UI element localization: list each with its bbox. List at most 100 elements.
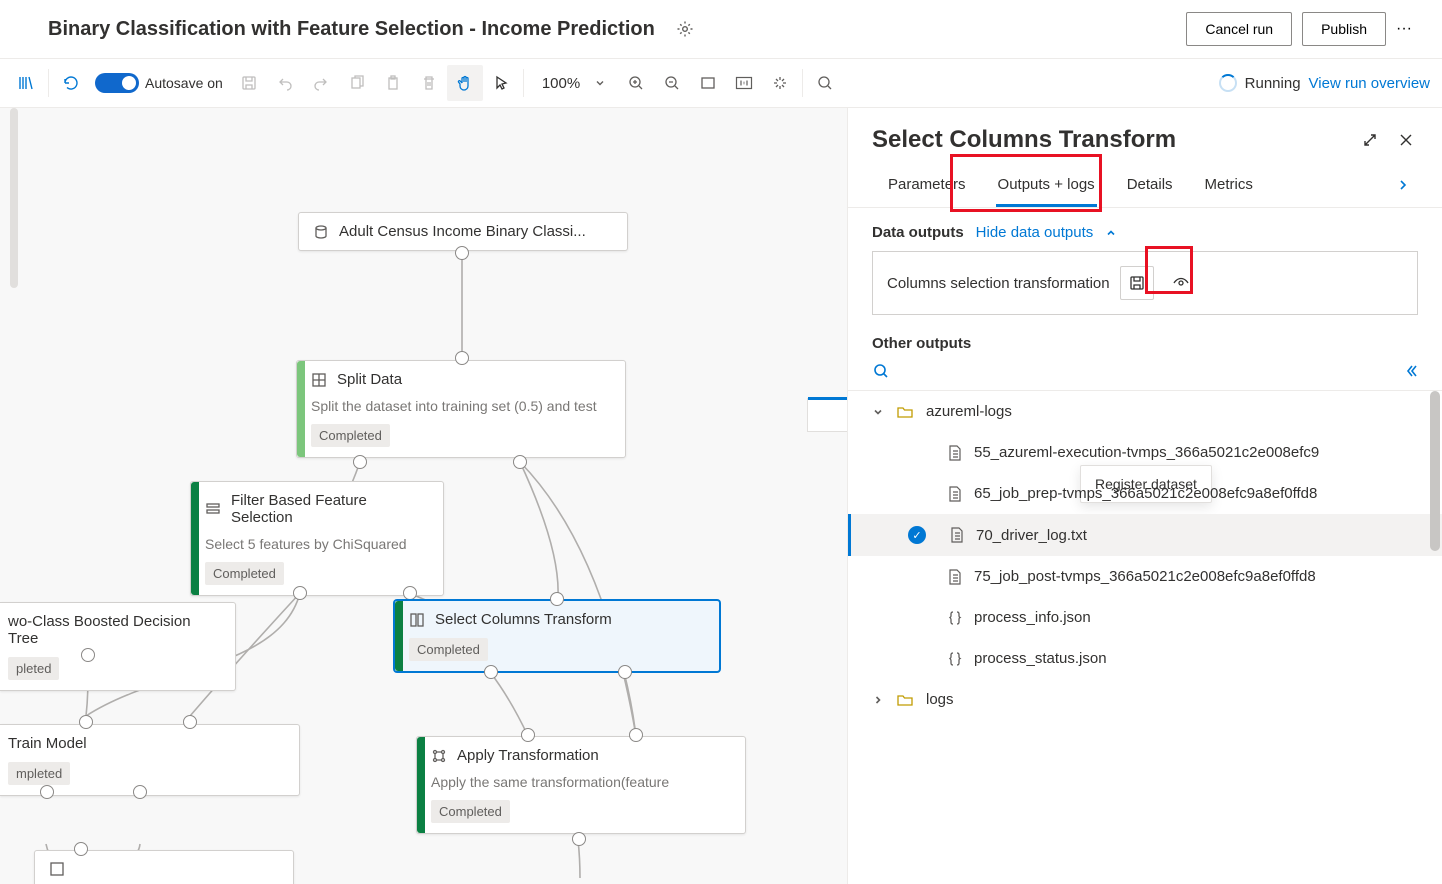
preview-button[interactable] xyxy=(1164,266,1198,300)
register-dataset-button[interactable] xyxy=(1120,266,1154,300)
redo-button[interactable] xyxy=(303,65,339,101)
tab-outputs-logs[interactable]: Outputs + logs xyxy=(982,162,1111,207)
search-icon[interactable] xyxy=(872,362,890,380)
node-title: Split Data xyxy=(337,371,402,388)
tree-file[interactable]: process_status.json xyxy=(848,638,1442,679)
tab-metrics[interactable]: Metrics xyxy=(1189,162,1269,207)
view-run-overview-link[interactable]: View run overview xyxy=(1309,75,1430,92)
sidebar-collapse-handle[interactable] xyxy=(10,108,18,288)
expand-icon xyxy=(1362,132,1378,148)
refresh-icon xyxy=(62,74,80,92)
zoom-label: 100% xyxy=(542,75,580,92)
refresh-button[interactable] xyxy=(53,65,89,101)
tree-file[interactable]: 55_azureml-execution-tvmps_366a5021c2e00… xyxy=(848,432,1442,473)
spinner-icon xyxy=(1219,74,1237,92)
undo-button[interactable] xyxy=(267,65,303,101)
tab-parameters[interactable]: Parameters xyxy=(872,162,982,207)
hide-data-outputs-link[interactable]: Hide data outputs xyxy=(976,224,1094,241)
port[interactable] xyxy=(81,648,95,662)
copy-icon xyxy=(349,75,365,91)
side-tab[interactable] xyxy=(807,398,847,432)
tree-folder-azureml-logs[interactable]: azureml-logs xyxy=(848,391,1442,432)
port[interactable] xyxy=(484,665,498,679)
pan-button[interactable] xyxy=(447,65,483,101)
port[interactable] xyxy=(183,715,197,729)
node-apply[interactable]: Apply Transformation Apply the same tran… xyxy=(416,736,746,834)
port[interactable] xyxy=(40,785,54,799)
eye-icon xyxy=(1172,274,1190,292)
canvas[interactable]: Adult Census Income Binary Classi... Spl… xyxy=(0,108,847,884)
node-split[interactable]: Split Data Split the dataset into traini… xyxy=(296,360,626,458)
port[interactable] xyxy=(513,455,527,469)
node-select-columns[interactable]: Select Columns Transform Completed xyxy=(394,600,720,672)
split-icon xyxy=(311,372,327,388)
file-icon xyxy=(948,569,962,585)
node-title: Filter Based Feature Selection xyxy=(231,492,429,526)
tree-file[interactable]: process_info.json xyxy=(848,597,1442,638)
library-icon xyxy=(17,74,35,92)
autosave-toggle[interactable] xyxy=(95,73,139,93)
file-icon xyxy=(950,527,964,543)
paste-button[interactable] xyxy=(375,65,411,101)
port[interactable] xyxy=(293,586,307,600)
port[interactable] xyxy=(133,785,147,799)
collapse-all-button[interactable] xyxy=(1402,363,1418,379)
port[interactable] xyxy=(403,586,417,600)
port[interactable] xyxy=(521,728,535,742)
one-to-one-icon xyxy=(735,75,753,91)
port[interactable] xyxy=(74,842,88,856)
zoom-out-icon xyxy=(664,75,680,91)
zoom-dropdown[interactable] xyxy=(582,65,618,101)
port[interactable] xyxy=(455,351,469,365)
paste-icon xyxy=(385,75,401,91)
port[interactable] xyxy=(353,455,367,469)
port[interactable] xyxy=(618,665,632,679)
fit-button[interactable] xyxy=(690,65,726,101)
tabs-more[interactable] xyxy=(1388,170,1418,200)
port[interactable] xyxy=(572,832,586,846)
node-filter[interactable]: Filter Based Feature Selection Select 5 … xyxy=(190,481,444,596)
expand-button[interactable] xyxy=(1358,128,1382,152)
tree-file[interactable]: 65_job_prep-tvmps_366a5021c2e008efc9a8ef… xyxy=(848,473,1442,514)
braces-icon xyxy=(948,610,962,626)
actual-size-button[interactable] xyxy=(726,65,762,101)
save-button[interactable] xyxy=(231,65,267,101)
file-name: 75_job_post-tvmps_366a5021c2e008efc9a8ef… xyxy=(974,568,1316,585)
port[interactable] xyxy=(629,728,643,742)
settings-button[interactable] xyxy=(671,15,699,43)
tab-details[interactable]: Details xyxy=(1111,162,1189,207)
zoom-in-button[interactable] xyxy=(618,65,654,101)
autolayout-button[interactable] xyxy=(762,65,798,101)
zoom-out-button[interactable] xyxy=(654,65,690,101)
status-chip: mpleted xyxy=(8,762,70,785)
delete-button[interactable] xyxy=(411,65,447,101)
status-chip: Completed xyxy=(205,562,284,585)
tree-file-selected[interactable]: ✓ 70_driver_log.txt xyxy=(848,514,1442,556)
copy-button[interactable] xyxy=(339,65,375,101)
publish-button[interactable]: Publish xyxy=(1302,12,1386,46)
pointer-button[interactable] xyxy=(483,65,519,101)
close-icon xyxy=(1398,132,1414,148)
tree-folder-logs[interactable]: logs xyxy=(848,679,1442,720)
file-name: process_info.json xyxy=(974,609,1091,626)
close-button[interactable] xyxy=(1394,128,1418,152)
node-partial[interactable] xyxy=(34,850,294,884)
library-button[interactable] xyxy=(8,65,44,101)
more-actions-button[interactable]: ··· xyxy=(1386,12,1422,46)
cancel-run-button[interactable]: Cancel run xyxy=(1186,12,1292,46)
port[interactable] xyxy=(79,715,93,729)
search-button[interactable] xyxy=(807,65,843,101)
node-title: Apply Transformation xyxy=(457,747,599,764)
node-title: Adult Census Income Binary Classi... xyxy=(339,223,586,240)
node-boosted[interactable]: wo-Class Boosted Decision Tree pleted xyxy=(0,602,236,691)
port[interactable] xyxy=(455,246,469,260)
file-icon xyxy=(948,486,962,502)
port[interactable] xyxy=(550,592,564,606)
file-name: process_status.json xyxy=(974,650,1107,667)
apply-icon xyxy=(431,748,447,764)
search-icon xyxy=(817,75,833,91)
tree-file[interactable]: 75_job_post-tvmps_366a5021c2e008efc9a8ef… xyxy=(848,556,1442,597)
scrollbar[interactable] xyxy=(1430,391,1440,551)
file-name: 70_driver_log.txt xyxy=(976,527,1087,544)
autosave-label: Autosave on xyxy=(145,75,223,91)
